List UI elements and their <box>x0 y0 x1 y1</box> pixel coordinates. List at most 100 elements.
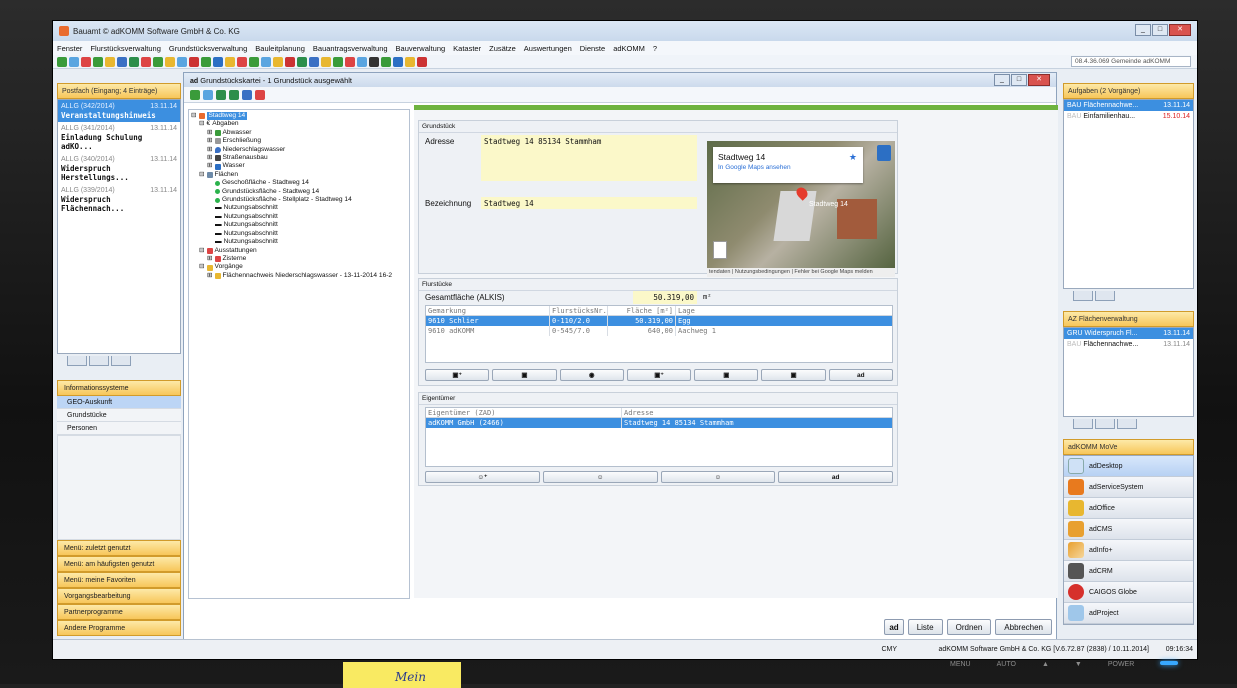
toolbar-icon[interactable] <box>321 56 331 67</box>
streetview-icon[interactable] <box>713 241 727 259</box>
move-item-caigos-globe[interactable]: CAIGOS Globe <box>1064 582 1193 603</box>
menu-grundstuecksverwaltung[interactable]: Grundstücksverwaltung <box>169 44 247 53</box>
edit-flurstueck-button[interactable]: ▣ <box>492 369 557 381</box>
move-item-adoffice[interactable]: adOffice <box>1064 498 1193 519</box>
minimize-button[interactable]: _ <box>1135 24 1151 36</box>
transfer-button[interactable]: ▣ <box>761 369 826 381</box>
toolbar-icon[interactable] <box>345 56 355 67</box>
menu-bauverwaltung[interactable]: Bauverwaltung <box>396 44 446 53</box>
toolbar-icon[interactable] <box>57 56 67 67</box>
tree-node-flaechen[interactable]: ⊟ Flächen <box>191 171 407 179</box>
list-item[interactable]: BAU Flächennachwe... 13.11.14 <box>1064 100 1193 111</box>
ad-owner-button[interactable]: ad <box>778 471 893 483</box>
tree-node[interactable]: ▬ Nutzungsabschnitt <box>191 230 407 238</box>
edit-owner-button[interactable]: ☺ <box>542 471 658 483</box>
toolbar-icon[interactable] <box>273 56 283 67</box>
child-minimize-button[interactable]: _ <box>994 74 1010 86</box>
menu-help[interactable]: ? <box>653 44 657 53</box>
menu-bauleitplanung[interactable]: Bauleitplanung <box>255 44 305 53</box>
map-icon[interactable] <box>203 89 213 100</box>
toolbar-icon[interactable] <box>357 56 367 67</box>
tree-icon[interactable] <box>242 89 252 100</box>
toolbar-icon[interactable] <box>369 56 379 67</box>
toolbar-icon[interactable] <box>417 56 427 67</box>
tab-list[interactable] <box>1095 291 1115 301</box>
add-icon[interactable] <box>216 89 226 100</box>
nav-haeufigsten-genutzt[interactable]: Menü: am häufigsten genutzt <box>57 556 181 572</box>
tree-node[interactable]: ⊞ Erschließung <box>191 137 407 145</box>
tree-node-abgaben[interactable]: ⊟ € Abgaben <box>191 120 407 128</box>
menu-kataster[interactable]: Kataster <box>453 44 481 53</box>
child-close-button[interactable]: ✕ <box>1028 74 1050 86</box>
toolbar-icon[interactable] <box>153 56 163 67</box>
toolbar-icon[interactable] <box>297 56 307 67</box>
ad-button[interactable]: ad <box>884 619 904 635</box>
list-item[interactable]: BAU Flächennachwe... 13.11.14 <box>1064 339 1193 350</box>
liste-button[interactable]: Liste <box>907 619 943 635</box>
menu-adkomm[interactable]: adKOMM <box>613 44 645 53</box>
tree-node[interactable]: ⊞ Niederschlagswasser <box>191 146 407 154</box>
location-select[interactable]: 08.4.36.069 Gemeinde adKOMM <box>1071 56 1191 67</box>
tree-node[interactable]: Grundstücksfläche - Stellplatz - Stadtwe… <box>191 196 407 204</box>
nav-zuletzt-genutzt[interactable]: Menü: zuletzt genutzt <box>57 540 181 556</box>
move-item-addesktop[interactable]: adDesktop <box>1064 456 1193 477</box>
menu-zusaetze[interactable]: Zusätze <box>489 44 516 53</box>
edit-icon[interactable] <box>229 89 239 100</box>
tree-node-ausstattungen[interactable]: ⊟ Ausstattungen <box>191 247 407 255</box>
google-map[interactable]: Stadtweg 14 In Google Maps ansehen ★ Sta… <box>707 141 895 277</box>
list-item[interactable]: ALLG (339/2014) 13.11.14 Widerspruch Fläc… <box>58 184 180 215</box>
tab-list[interactable] <box>1117 419 1137 429</box>
toolbar-icon[interactable] <box>381 56 391 67</box>
maximize-button[interactable]: □ <box>1152 24 1168 36</box>
toolbar-icon[interactable] <box>213 56 223 67</box>
list-item[interactable]: ALLG (340/2014) 13.11.14 Widerspruch Hers… <box>58 153 180 184</box>
nav-geo-auskunft[interactable]: GEO-Auskunft <box>57 396 181 409</box>
add-owner-button[interactable]: ☺⁺ <box>425 471 540 483</box>
nav-andere-programme[interactable]: Andere Programme <box>57 620 181 636</box>
grid-icon[interactable] <box>190 89 200 100</box>
toolbar-icon[interactable] <box>333 56 343 67</box>
tree-node[interactable]: ▬ Nutzungsabschnitt <box>191 204 407 212</box>
bezeichnung-field[interactable]: Stadtweg 14 <box>481 197 697 209</box>
list-item[interactable]: BAU Einfamilienhau... 15.10.14 <box>1064 111 1193 122</box>
remove-owner-button[interactable]: ☺ <box>660 471 776 483</box>
tree-node[interactable]: ⊞ Wasser <box>191 162 407 170</box>
toolbar-icon[interactable] <box>93 56 103 67</box>
toolbar-icon[interactable] <box>177 56 187 67</box>
tree-node-root[interactable]: ⊟ Stadtweg 14 <box>191 112 407 121</box>
nav-favoriten[interactable]: Menü: meine Favoriten <box>57 572 181 588</box>
toolbar-icon[interactable] <box>309 56 319 67</box>
person-icon[interactable] <box>877 145 891 161</box>
toolbar-icon[interactable] <box>261 56 271 67</box>
toolbar-icon[interactable] <box>189 56 199 67</box>
monitor-auto-button[interactable]: AUTO <box>997 661 1016 668</box>
menu-bauantragsverwaltung[interactable]: Bauantragsverwaltung <box>313 44 388 53</box>
move-item-adcms[interactable]: adCMS <box>1064 519 1193 540</box>
menu-flurstuecksverwaltung[interactable]: Flurstücksverwaltung <box>90 44 160 53</box>
tree-node[interactable]: ⊞ Zisterne <box>191 255 407 263</box>
tree-node[interactable]: Geschoßfläche - Stadtweg 14 <box>191 179 407 187</box>
tree-node[interactable]: ▬ Nutzungsabschnitt <box>191 221 407 229</box>
ordnen-button[interactable]: Ordnen <box>946 619 992 635</box>
tree-node[interactable]: ⊞ Straßenausbau <box>191 154 407 162</box>
menu-dienste[interactable]: Dienste <box>580 44 605 53</box>
nav-informationssysteme[interactable]: Informationssysteme <box>57 380 181 396</box>
list-item[interactable]: ALLG (341/2014) 13.11.14 Einladung Schulu… <box>58 122 180 153</box>
monitor-power-button[interactable]: POWER <box>1108 661 1134 668</box>
split-button[interactable]: ▣ <box>694 369 759 381</box>
table-row[interactable]: 9610 adKOMM 0-545/7.0 640,00 Aachweg 1 <box>426 326 892 336</box>
ad-flurstueck-button[interactable]: ad <box>828 369 893 381</box>
toolbar-icon[interactable] <box>81 56 91 67</box>
abbrechen-button[interactable]: Abbrechen <box>995 619 1052 635</box>
add-flurstueck-button[interactable]: ▣⁺ <box>425 369 490 381</box>
close-button[interactable]: ✕ <box>1169 24 1191 36</box>
toolbar-icon[interactable] <box>129 56 139 67</box>
transfer-icon[interactable] <box>255 89 265 100</box>
tree-node[interactable]: ⊞ Abwasser <box>191 129 407 137</box>
move-item-adservicesystem[interactable]: adServiceSystem <box>1064 477 1193 498</box>
tab-mail[interactable] <box>89 356 109 366</box>
tab-send[interactable] <box>111 356 131 366</box>
nav-partnerprogramme[interactable]: Partnerprogramme <box>57 604 181 620</box>
nav-personen[interactable]: Personen <box>57 422 181 435</box>
tree-node[interactable]: Grundstücksfläche - Stadtweg 14 <box>191 188 407 196</box>
